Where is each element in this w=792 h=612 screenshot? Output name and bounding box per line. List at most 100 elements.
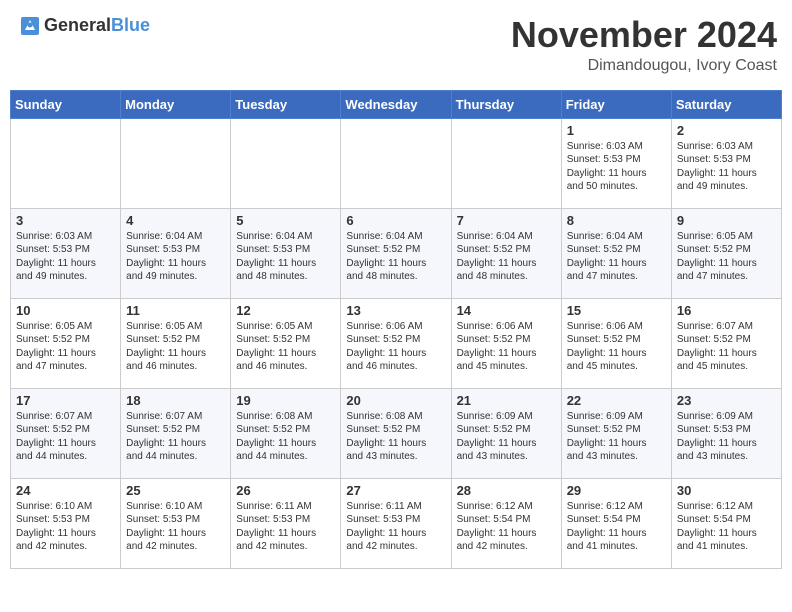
day-number: 16: [677, 303, 776, 318]
day-info: Sunrise: 6:07 AMSunset: 5:52 PMDaylight:…: [126, 410, 225, 464]
day-number: 15: [567, 303, 666, 318]
calendar-cell: [11, 118, 121, 208]
day-number: 6: [346, 213, 445, 228]
calendar-cell: 23Sunrise: 6:09 AMSunset: 5:53 PMDayligh…: [671, 388, 781, 478]
day-info: Sunrise: 6:05 AMSunset: 5:52 PMDaylight:…: [126, 320, 225, 374]
day-info: Sunrise: 6:06 AMSunset: 5:52 PMDaylight:…: [346, 320, 445, 374]
day-info: Sunrise: 6:11 AMSunset: 5:53 PMDaylight:…: [236, 500, 335, 554]
day-number: 26: [236, 483, 335, 498]
calendar-cell: 2Sunrise: 6:03 AMSunset: 5:53 PMDaylight…: [671, 118, 781, 208]
calendar-cell: 5 Sunrise: 6:04 AMSunset: 5:53 PMDaylight…: [231, 208, 341, 298]
day-header-tuesday: Tuesday: [231, 90, 341, 118]
day-number: 11: [126, 303, 225, 318]
calendar-cell: [341, 118, 451, 208]
day-number: 21: [457, 393, 556, 408]
calendar-table: SundayMondayTuesdayWednesdayThursdayFrid…: [10, 90, 782, 569]
day-number: 30: [677, 483, 776, 498]
day-number: 12: [236, 303, 335, 318]
calendar-cell: 14Sunrise: 6:06 AMSunset: 5:52 PMDayligh…: [451, 298, 561, 388]
calendar-cell: 3 Sunrise: 6:03 AMSunset: 5:53 PMDaylight…: [11, 208, 121, 298]
day-info: Sunrise: 6:04 AMSunset: 5:52 PMDaylight:…: [567, 230, 666, 284]
day-info: Sunrise: 6:12 AMSunset: 5:54 PMDaylight:…: [457, 500, 556, 554]
day-info: Sunrise: 6:03 AMSunset: 5:53 PMDaylight:…: [567, 140, 666, 194]
calendar-cell: 22 Sunrise: 6:09 AMSunset: 5:52 PMDayligh…: [561, 388, 671, 478]
calendar-cell: 17 Sunrise: 6:07 AMSunset: 5:52 PMDayligh…: [11, 388, 121, 478]
calendar-cell: 19Sunrise: 6:08 AMSunset: 5:52 PMDayligh…: [231, 388, 341, 478]
calendar-cell: 8 Sunrise: 6:04 AMSunset: 5:52 PMDaylight…: [561, 208, 671, 298]
day-number: 23: [677, 393, 776, 408]
logo-text-blue: Blue: [111, 15, 150, 35]
day-number: 18: [126, 393, 225, 408]
day-header-friday: Friday: [561, 90, 671, 118]
day-number: 10: [16, 303, 115, 318]
day-number: 4: [126, 213, 225, 228]
day-number: 17: [16, 393, 115, 408]
day-info: Sunrise: 6:05 AMSunset: 5:52 PMDaylight:…: [677, 230, 776, 284]
calendar-cell: 13 Sunrise: 6:06 AMSunset: 5:52 PMDayligh…: [341, 298, 451, 388]
day-number: 9: [677, 213, 776, 228]
day-number: 27: [346, 483, 445, 498]
day-info: Sunrise: 6:12 AMSunset: 5:54 PMDaylight:…: [567, 500, 666, 554]
day-header-saturday: Saturday: [671, 90, 781, 118]
calendar-cell: 1 Sunrise: 6:03 AMSunset: 5:53 PMDaylight…: [561, 118, 671, 208]
calendar-cell: 28 Sunrise: 6:12 AMSunset: 5:54 PMDayligh…: [451, 478, 561, 568]
day-info: Sunrise: 6:04 AMSunset: 5:53 PMDaylight:…: [236, 230, 335, 284]
day-number: 8: [567, 213, 666, 228]
calendar-cell: [231, 118, 341, 208]
calendar-cell: 4 Sunrise: 6:04 AMSunset: 5:53 PMDaylight…: [121, 208, 231, 298]
day-number: 3: [16, 213, 115, 228]
calendar-cell: 11 Sunrise: 6:05 AMSunset: 5:52 PMDayligh…: [121, 298, 231, 388]
day-info: Sunrise: 6:05 AMSunset: 5:52 PMDaylight:…: [236, 320, 335, 374]
calendar-cell: 21 Sunrise: 6:09 AMSunset: 5:52 PMDayligh…: [451, 388, 561, 478]
calendar-cell: 27 Sunrise: 6:11 AMSunset: 5:53 PMDayligh…: [341, 478, 451, 568]
calendar-cell: 15 Sunrise: 6:06 AMSunset: 5:52 PMDayligh…: [561, 298, 671, 388]
day-info: Sunrise: 6:09 AMSunset: 5:52 PMDaylight:…: [457, 410, 556, 464]
day-info: Sunrise: 6:04 AMSunset: 5:52 PMDaylight:…: [346, 230, 445, 284]
day-info: Sunrise: 6:11 AMSunset: 5:53 PMDaylight:…: [346, 500, 445, 554]
day-info: Sunrise: 6:07 AMSunset: 5:52 PMDaylight:…: [16, 410, 115, 464]
day-number: 13: [346, 303, 445, 318]
month-title: November 2024: [511, 15, 777, 55]
calendar-cell: 29 Sunrise: 6:12 AMSunset: 5:54 PMDayligh…: [561, 478, 671, 568]
calendar-cell: 30Sunrise: 6:12 AMSunset: 5:54 PMDayligh…: [671, 478, 781, 568]
day-header-monday: Monday: [121, 90, 231, 118]
day-number: 2: [677, 123, 776, 138]
calendar-cell: 10 Sunrise: 6:05 AMSunset: 5:52 PMDayligh…: [11, 298, 121, 388]
title-area: November 2024 Dimandougou, Ivory Coast: [511, 15, 777, 75]
day-header-wednesday: Wednesday: [341, 90, 451, 118]
day-number: 28: [457, 483, 556, 498]
logo-text-general: General: [44, 15, 111, 35]
day-info: Sunrise: 6:09 AMSunset: 5:52 PMDaylight:…: [567, 410, 666, 464]
day-number: 22: [567, 393, 666, 408]
day-info: Sunrise: 6:05 AMSunset: 5:52 PMDaylight:…: [16, 320, 115, 374]
day-info: Sunrise: 6:03 AMSunset: 5:53 PMDaylight:…: [16, 230, 115, 284]
day-number: 29: [567, 483, 666, 498]
calendar-cell: 20 Sunrise: 6:08 AMSunset: 5:52 PMDayligh…: [341, 388, 451, 478]
day-header-sunday: Sunday: [11, 90, 121, 118]
header: GeneralBlue November 2024 Dimandougou, I…: [10, 10, 782, 80]
day-info: Sunrise: 6:07 AMSunset: 5:52 PMDaylight:…: [677, 320, 776, 374]
day-number: 24: [16, 483, 115, 498]
calendar-cell: [451, 118, 561, 208]
calendar-cell: 26 Sunrise: 6:11 AMSunset: 5:53 PMDayligh…: [231, 478, 341, 568]
day-info: Sunrise: 6:08 AMSunset: 5:52 PMDaylight:…: [346, 410, 445, 464]
calendar-cell: 7 Sunrise: 6:04 AMSunset: 5:52 PMDaylight…: [451, 208, 561, 298]
day-info: Sunrise: 6:04 AMSunset: 5:53 PMDaylight:…: [126, 230, 225, 284]
calendar-cell: 9 Sunrise: 6:05 AMSunset: 5:52 PMDaylight…: [671, 208, 781, 298]
day-header-thursday: Thursday: [451, 90, 561, 118]
day-number: 1: [567, 123, 666, 138]
day-number: 5: [236, 213, 335, 228]
day-number: 20: [346, 393, 445, 408]
day-info: Sunrise: 6:10 AMSunset: 5:53 PMDaylight:…: [126, 500, 225, 554]
calendar-cell: [121, 118, 231, 208]
calendar-cell: 18 Sunrise: 6:07 AMSunset: 5:52 PMDayligh…: [121, 388, 231, 478]
day-number: 7: [457, 213, 556, 228]
calendar-cell: 12 Sunrise: 6:05 AMSunset: 5:52 PMDayligh…: [231, 298, 341, 388]
calendar-cell: 16 Sunrise: 6:07 AMSunset: 5:52 PMDayligh…: [671, 298, 781, 388]
day-info: Sunrise: 6:06 AMSunset: 5:52 PMDaylight:…: [567, 320, 666, 374]
logo-icon: [20, 16, 40, 36]
day-info: Sunrise: 6:04 AMSunset: 5:52 PMDaylight:…: [457, 230, 556, 284]
calendar-cell: 25Sunrise: 6:10 AMSunset: 5:53 PMDayligh…: [121, 478, 231, 568]
day-number: 19: [236, 393, 335, 408]
location-title: Dimandougou, Ivory Coast: [511, 57, 777, 75]
